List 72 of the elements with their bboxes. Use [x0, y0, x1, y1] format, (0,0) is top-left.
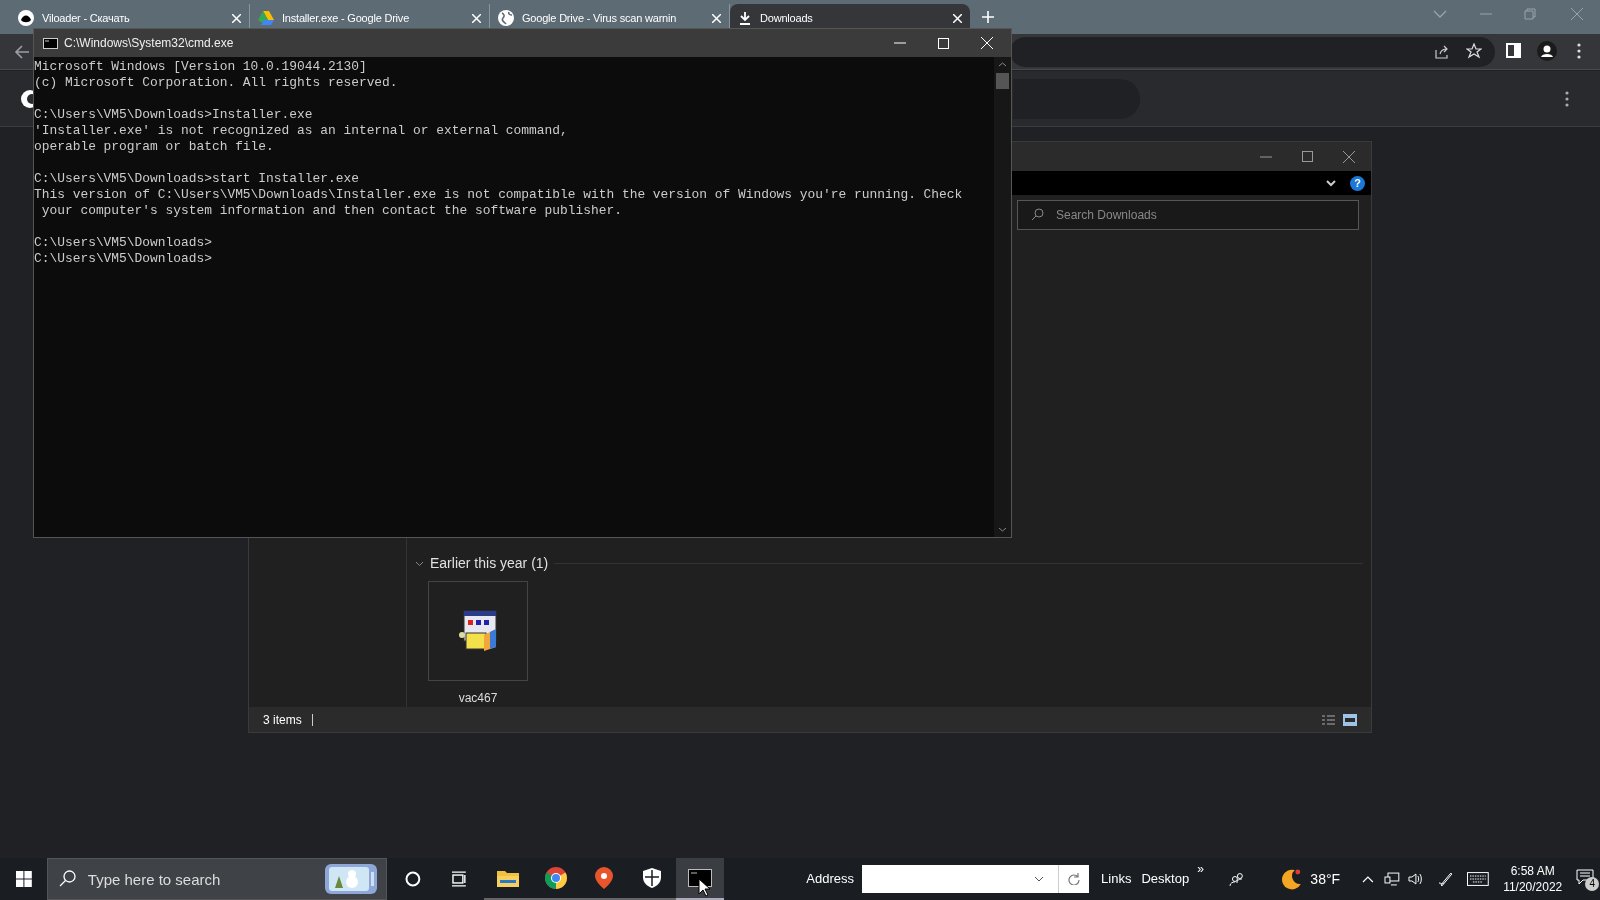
- file-thumbnail[interactable]: [428, 581, 528, 681]
- chevron-icon[interactable]: [1326, 179, 1336, 187]
- scrollbar[interactable]: [994, 57, 1011, 537]
- plus-icon: [981, 10, 995, 25]
- file-name[interactable]: vac467: [458, 689, 498, 707]
- site-logo-icon: [18, 10, 34, 26]
- moon-weather-icon: [1280, 868, 1303, 890]
- console-line: operable program or batch file.: [34, 139, 275, 155]
- share-icon[interactable]: [1434, 44, 1450, 60]
- chevron-up-icon[interactable]: [1362, 875, 1374, 883]
- keyboard-icon[interactable]: [1467, 872, 1490, 886]
- dropdown-icon[interactable]: [1034, 876, 1045, 882]
- menu-icon[interactable]: [1577, 43, 1581, 59]
- scroll-up-icon[interactable]: [998, 62, 1007, 67]
- search-highlight-picture-icon: [324, 864, 377, 894]
- help-button[interactable]: ?: [1350, 175, 1365, 191]
- volume-icon[interactable]: [1407, 872, 1424, 886]
- clock-time[interactable]: 6:58 AM: [1510, 863, 1555, 879]
- status-text: 3 items: [263, 711, 302, 729]
- console-line: C:\Users\VM5\Downloads>Installer.exe: [34, 107, 314, 123]
- network-icon[interactable]: [1383, 872, 1400, 886]
- console-line: C:\Users\VM5\Downloads>start Installer.exe: [34, 171, 360, 187]
- console-line: your computer's system information and then contact the software publisher.: [40, 203, 623, 219]
- address-field[interactable]: [862, 865, 1090, 893]
- task-view-icon[interactable]: [450, 871, 467, 887]
- temperature[interactable]: 38°F: [1310, 868, 1341, 890]
- map-pin-icon: [594, 867, 615, 889]
- people-icon[interactable]: [1228, 871, 1245, 887]
- side-panel-icon[interactable]: [1506, 43, 1521, 58]
- console-line: This version of C:\Users\VM5\Downloads\Installer.exe is not compatible with the version of Windows you're running. Check: [34, 187, 964, 203]
- more-icon[interactable]: [1565, 91, 1569, 107]
- folder-icon: [497, 869, 520, 887]
- notifications-button[interactable]: 4: [1576, 867, 1600, 891]
- cortana-icon[interactable]: [404, 871, 421, 887]
- tiles-view-icon[interactable]: [1343, 713, 1357, 726]
- globe-icon: [498, 10, 514, 26]
- clock-date[interactable]: 11/20/2022: [1503, 879, 1563, 895]
- star-icon[interactable]: [1466, 43, 1482, 59]
- search-field[interactable]: Search Downloads: [1017, 200, 1359, 230]
- notification-count: 4: [1585, 877, 1600, 891]
- separator: [311, 713, 313, 726]
- details-view-icon[interactable]: [1321, 713, 1335, 726]
- mouse-cursor-icon: [698, 878, 710, 897]
- taskbar-app-button[interactable]: [676, 858, 725, 900]
- back-icon[interactable]: [14, 44, 30, 60]
- group-header[interactable]: Earlier this year (1): [430, 552, 549, 574]
- maximize-icon[interactable]: [1302, 151, 1313, 162]
- overflow-chevron[interactable]: »: [1197, 863, 1204, 875]
- address-label: Address: [806, 870, 855, 889]
- close-icon[interactable]: [1343, 150, 1355, 163]
- console-line: (c) Microsoft Corporation. All rights reserved.: [34, 75, 399, 91]
- links-toolbar-label[interactable]: Links: [1101, 869, 1132, 889]
- search-icon: [1031, 208, 1044, 221]
- profile-icon[interactable]: [1537, 41, 1557, 61]
- drive-icon: [258, 11, 274, 25]
- search-icon: [58, 870, 76, 887]
- scroll-down-icon[interactable]: [998, 527, 1007, 532]
- window-title: C:\Windows\System32\cmd.exe: [64, 35, 235, 52]
- message-icon: [1576, 869, 1595, 885]
- desktop-toolbar-label[interactable]: Desktop: [1141, 869, 1190, 889]
- download-icon: [738, 11, 752, 25]
- pen-icon[interactable]: [1437, 871, 1454, 887]
- shield-icon: [643, 868, 662, 888]
- console-line: 'Installer.exe' is not recognized as an internal or external command,: [34, 123, 569, 139]
- console-line: C:\Users\VM5\Downloads>: [34, 251, 213, 267]
- refresh-icon[interactable]: [1068, 873, 1081, 885]
- console-line: C:\Users\VM5\Downloads>: [34, 235, 213, 251]
- windows-start-icon[interactable]: [16, 871, 32, 887]
- console-line: Microsoft Windows [Version 10.0.19044.2130]: [34, 59, 368, 75]
- chrome-icon: [545, 867, 568, 889]
- console-icon: [43, 37, 58, 49]
- scroll-thumb[interactable]: [996, 73, 1009, 89]
